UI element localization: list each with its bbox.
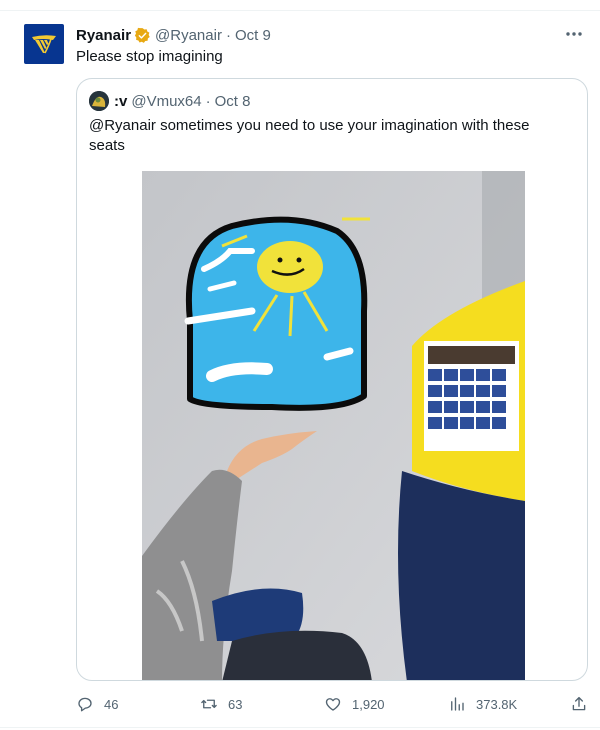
reply-button[interactable]: 46 — [76, 692, 118, 716]
share-button[interactable] — [570, 692, 598, 716]
reply-count: 46 — [104, 696, 119, 712]
separator-dot: · — [225, 26, 231, 44]
divider-bottom — [0, 727, 600, 728]
author-avatar[interactable] — [24, 24, 64, 64]
airplane-wall-drawing-image — [142, 171, 525, 680]
more-icon — [566, 32, 582, 36]
ryanair-harp-logo — [32, 35, 56, 54]
quoted-author-handle: @Vmux64 — [131, 92, 202, 110]
tweet-date[interactable]: Oct 9 — [235, 27, 271, 44]
tweet-text: Please stop imagining — [76, 48, 223, 65]
like-icon — [325, 698, 341, 711]
quoted-tweet-photo[interactable] — [142, 171, 525, 680]
retweet-count: 63 — [228, 696, 243, 712]
tweet-header: Ryanair @Ryanair · Oct 9 — [76, 25, 271, 45]
like-count: 1,920 — [352, 696, 385, 712]
author-name[interactable]: Ryanair — [76, 27, 131, 44]
quoted-tweet-text: @Ryanair sometimes you need to use your … — [89, 117, 530, 154]
more-options-button[interactable] — [562, 24, 586, 44]
tweet-actions: 46 63 1,920 373.8K — [76, 692, 588, 716]
quoted-tweet-date: Oct 8 — [214, 92, 251, 110]
retweet-icon — [201, 699, 217, 709]
author-handle[interactable]: @Ryanair — [155, 27, 222, 44]
quoted-tweet-card[interactable]: :v @Vmux64 · Oct 8 @Ryanair sometimes yo… — [76, 78, 588, 681]
quoted-separator-dot: · — [205, 92, 211, 110]
quoted-author-avatar — [89, 91, 109, 111]
share-icon — [572, 696, 586, 711]
views-count: 373.8K — [476, 696, 518, 712]
retweet-button[interactable]: 63 — [200, 692, 242, 716]
like-button[interactable]: 1,920 — [324, 692, 385, 716]
divider-top — [0, 10, 600, 11]
views-button[interactable]: 373.8K — [448, 692, 517, 716]
reply-icon — [78, 697, 92, 712]
verified-badge-icon — [134, 27, 150, 43]
quoted-author-name: :v — [114, 92, 128, 110]
views-icon — [451, 697, 464, 711]
quoted-tweet-header: :v @Vmux64 · Oct 8 — [89, 91, 250, 111]
